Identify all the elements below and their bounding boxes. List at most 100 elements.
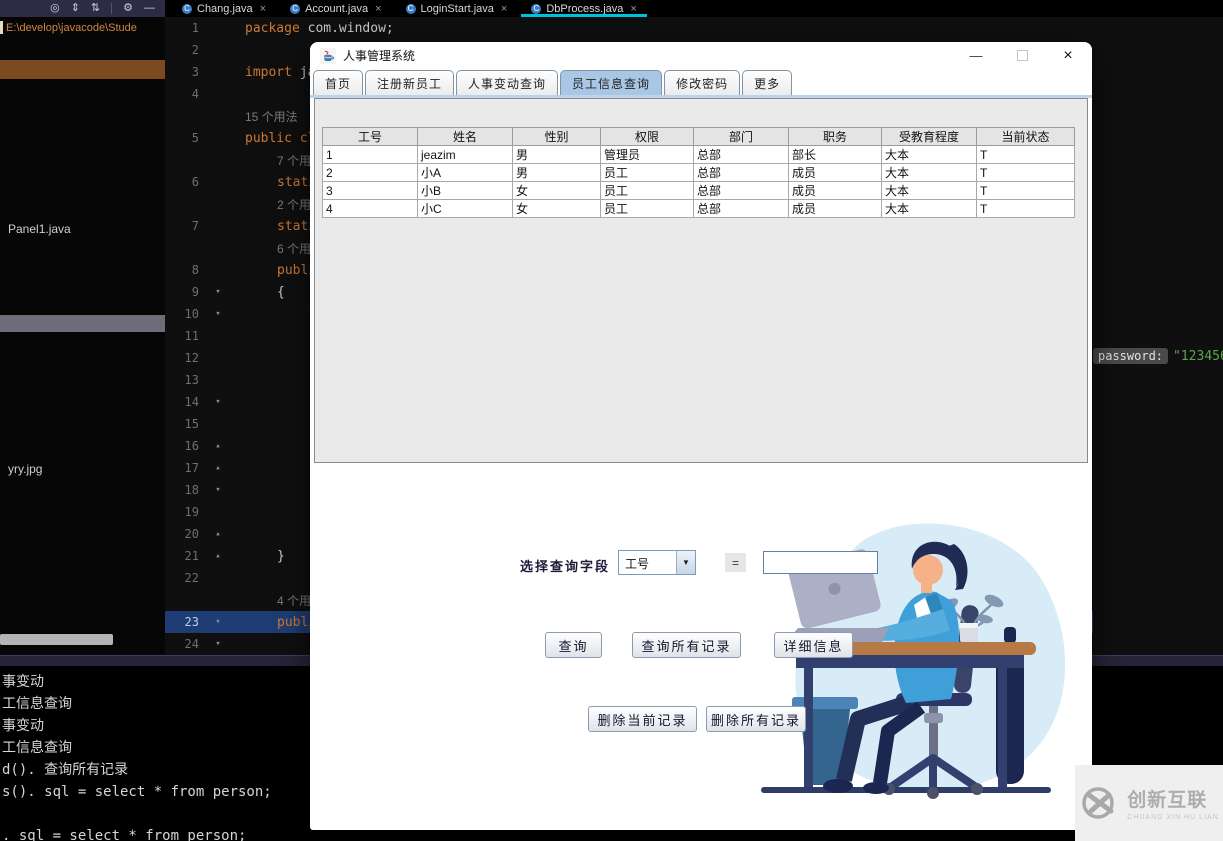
- delete-current-button[interactable]: 删除当前记录: [588, 706, 697, 732]
- line-number: 14: [165, 395, 207, 409]
- table-cell: 4: [323, 200, 418, 218]
- detail-info-button[interactable]: 详细信息: [774, 632, 853, 658]
- line-number: 12: [165, 351, 207, 365]
- chevron-down-icon[interactable]: ▼: [676, 551, 695, 574]
- app-title-bar[interactable]: 人事管理系统 — ×: [310, 42, 1092, 69]
- line-number: 7: [165, 219, 207, 233]
- table-cell: 总部: [694, 200, 789, 218]
- maximize-button[interactable]: [1014, 48, 1030, 64]
- table-cell: 成员: [789, 182, 882, 200]
- fold-marker-icon[interactable]: ▾: [207, 617, 229, 627]
- query-all-button[interactable]: 查询所有记录: [632, 632, 741, 658]
- watermark-logo-icon: [1079, 783, 1119, 823]
- column-header[interactable]: 受教育程度: [882, 128, 977, 146]
- column-header[interactable]: 当前状态: [977, 128, 1075, 146]
- table-cell: 管理员: [601, 146, 694, 164]
- file-tab-account-java[interactable]: CAccount.java×: [278, 0, 393, 17]
- tab-员工信息查询[interactable]: 员工信息查询: [560, 70, 662, 95]
- class-file-icon: C: [406, 4, 416, 14]
- project-horizontal-scrollbar[interactable]: [0, 634, 113, 645]
- code-text: {: [261, 285, 285, 300]
- line-number: 13: [165, 373, 207, 387]
- line-number: 10: [165, 307, 207, 321]
- query-field-select[interactable]: 工号 ▼: [618, 550, 696, 575]
- code-token: import: [245, 65, 292, 80]
- code-text: package com.window;: [229, 21, 394, 36]
- table-cell: 1: [323, 146, 418, 164]
- hide-icon[interactable]: —: [144, 3, 155, 14]
- table-cell: 女: [513, 182, 601, 200]
- fold-marker-icon[interactable]: ▾: [207, 309, 229, 319]
- toolbar-separator: [111, 3, 112, 14]
- project-file-panel1[interactable]: Panel1.java: [8, 222, 71, 236]
- editor-file-tabs: CChang.java×CAccount.java×CLoginStart.ja…: [170, 0, 649, 17]
- column-header[interactable]: 职务: [789, 128, 882, 146]
- line-number: 19: [165, 505, 207, 519]
- fold-marker-icon[interactable]: ▴: [207, 463, 229, 473]
- fold-marker-icon[interactable]: ▾: [207, 485, 229, 495]
- file-tab-chang-java[interactable]: C Chang.java ×: [170, 0, 278, 17]
- table-row[interactable]: 1jeazim男管理员总部部长大本T: [323, 146, 1075, 164]
- fold-marker-icon[interactable]: ▾: [207, 287, 229, 297]
- fold-marker-icon[interactable]: ▴: [207, 529, 229, 539]
- tab-更多[interactable]: 更多: [742, 70, 792, 95]
- table-cell: 部长: [789, 146, 882, 164]
- minimize-button[interactable]: —: [968, 48, 984, 64]
- fold-marker-icon[interactable]: ▾: [207, 639, 229, 649]
- delete-all-button[interactable]: 删除所有记录: [706, 706, 806, 732]
- column-header[interactable]: 部门: [694, 128, 789, 146]
- table-cell: 小B: [418, 182, 513, 200]
- table-cell: 大本: [882, 200, 977, 218]
- project-panel[interactable]: E:\develop\javacode\Stude Panel1.java yr…: [0, 17, 165, 655]
- code-token: {: [277, 285, 285, 300]
- close-tab-icon[interactable]: ×: [260, 3, 266, 15]
- settings-icon[interactable]: ⚙: [123, 3, 133, 14]
- expand-all-icon[interactable]: ⇕: [71, 3, 80, 14]
- table-cell: 大本: [882, 182, 977, 200]
- usages-inlay-hint: 15 个用法: [229, 108, 298, 125]
- table-row[interactable]: 3小B女员工总部成员大本T: [323, 182, 1075, 200]
- tab-修改密码[interactable]: 修改密码: [664, 70, 740, 95]
- table-cell: T: [977, 182, 1075, 200]
- line-number: 21: [165, 549, 207, 563]
- target-icon[interactable]: ◎: [50, 3, 60, 14]
- code-token: com.window;: [300, 21, 394, 36]
- tab-注册新员工[interactable]: 注册新员工: [365, 70, 454, 95]
- close-tab-icon[interactable]: ×: [630, 3, 636, 15]
- project-hover-row[interactable]: [0, 315, 165, 332]
- column-header[interactable]: 权限: [601, 128, 694, 146]
- employee-table[interactable]: 工号姓名性别权限部门职务受教育程度当前状态1jeazim男管理员总部部长大本T2…: [322, 127, 1075, 218]
- line-number: 16: [165, 439, 207, 453]
- query-button[interactable]: 查询: [545, 632, 602, 658]
- class-file-icon: C: [182, 4, 192, 14]
- fold-marker-icon[interactable]: ▴: [207, 441, 229, 451]
- table-row[interactable]: 2小A男员工总部成员大本T: [323, 164, 1075, 182]
- table-cell: jeazim: [418, 146, 513, 164]
- fold-marker-icon[interactable]: ▾: [207, 397, 229, 407]
- project-selected-row[interactable]: [0, 60, 165, 79]
- inlay-password-hint: password: "123456": [1093, 348, 1223, 364]
- watermark-brand: 创新互联: [1127, 785, 1219, 812]
- column-header[interactable]: 性别: [513, 128, 601, 146]
- close-tab-icon[interactable]: ×: [375, 3, 381, 15]
- close-button[interactable]: ×: [1060, 48, 1076, 64]
- table-cell: 总部: [694, 182, 789, 200]
- file-tab-loginstart-java[interactable]: CLoginStart.java×: [394, 0, 520, 17]
- collapse-all-icon[interactable]: ⇅: [91, 3, 100, 14]
- maximize-icon: [1017, 50, 1028, 61]
- table-row[interactable]: 4小C女员工总部成员大本T: [323, 200, 1075, 218]
- fold-marker-icon[interactable]: ▴: [207, 551, 229, 561]
- table-cell: 员工: [601, 182, 694, 200]
- file-tab-label: Chang.java: [197, 3, 253, 15]
- project-file-yry[interactable]: yry.jpg: [8, 462, 42, 476]
- tab-人事变动查询[interactable]: 人事变动查询: [456, 70, 558, 95]
- code-line: 1package com.window;: [165, 17, 1223, 39]
- file-tab-dbprocess-java[interactable]: CDbProcess.java×: [519, 0, 648, 17]
- query-value-input[interactable]: [763, 551, 878, 574]
- column-header[interactable]: 姓名: [418, 128, 513, 146]
- tab-首页[interactable]: 首页: [313, 70, 363, 95]
- project-path: E:\develop\javacode\Stude: [6, 22, 164, 34]
- column-header[interactable]: 工号: [323, 128, 418, 146]
- table-header-row: 工号姓名性别权限部门职务受教育程度当前状态: [323, 128, 1075, 146]
- close-tab-icon[interactable]: ×: [501, 3, 507, 15]
